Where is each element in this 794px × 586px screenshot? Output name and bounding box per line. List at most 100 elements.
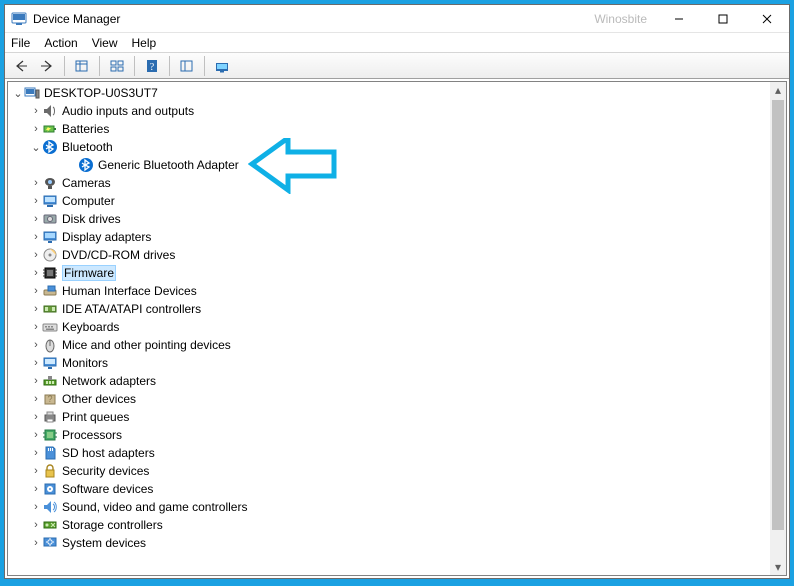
tree-category-optical[interactable]: › DVD/CD-ROM drives: [8, 246, 770, 264]
tree-category-display[interactable]: › Display adapters: [8, 228, 770, 246]
tile-button[interactable]: [105, 55, 129, 77]
battery-icon: [42, 121, 58, 137]
storage-icon: [42, 517, 58, 533]
tree-item-label: Batteries: [62, 122, 109, 136]
tree-root[interactable]: ⌄ DESKTOP-U0S3UT7: [8, 84, 770, 102]
expander-icon[interactable]: ⌄: [30, 141, 42, 154]
tree-category-storage[interactable]: › Storage controllers: [8, 516, 770, 534]
content-pane: ⌄ DESKTOP-U0S3UT7 › Audio inputs and out…: [7, 81, 787, 576]
minimize-button[interactable]: [657, 5, 701, 33]
tree-category-audio[interactable]: › Audio inputs and outputs: [8, 102, 770, 120]
tree-category-firmware[interactable]: › Firmware: [8, 264, 770, 282]
ide-icon: [42, 301, 58, 317]
pc-root-icon: [24, 85, 40, 101]
tree-category-computer[interactable]: › Computer: [8, 192, 770, 210]
expander-icon[interactable]: ⌄: [12, 87, 24, 100]
display-icon: [42, 229, 58, 245]
tree-item-label: Firmware: [62, 265, 116, 281]
menu-action[interactable]: Action: [44, 36, 77, 50]
expander-icon[interactable]: ›: [30, 321, 42, 333]
vertical-scrollbar[interactable]: ▴ ▾: [770, 82, 786, 575]
hid-icon: [42, 283, 58, 299]
tree-item-label: Generic Bluetooth Adapter: [98, 158, 239, 172]
tree-category-monitor[interactable]: › Monitors: [8, 354, 770, 372]
toolbar: ?: [5, 53, 789, 79]
expander-icon[interactable]: ›: [30, 177, 42, 189]
expander-icon[interactable]: ›: [30, 375, 42, 387]
optical-icon: [42, 247, 58, 263]
cpu-icon: [42, 427, 58, 443]
menu-file[interactable]: File: [11, 36, 30, 50]
tree-category-mouse[interactable]: › Mice and other pointing devices: [8, 336, 770, 354]
tree-category-printer[interactable]: › Print queues: [8, 408, 770, 426]
app-icon: [11, 11, 27, 27]
tree-item-label: SD host adapters: [62, 446, 155, 460]
other-icon: ?: [42, 391, 58, 407]
expander-icon[interactable]: ›: [30, 249, 42, 261]
tree-category-camera[interactable]: › Cameras: [8, 174, 770, 192]
tree-device-bluetooth[interactable]: Generic Bluetooth Adapter: [8, 156, 770, 174]
forward-button[interactable]: [35, 55, 59, 77]
svg-text:?: ?: [150, 62, 155, 73]
tree-category-other[interactable]: › ? Other devices: [8, 390, 770, 408]
expander-icon[interactable]: ›: [30, 357, 42, 369]
expander-icon[interactable]: ›: [30, 123, 42, 135]
tree-item-label: Sound, video and game controllers: [62, 500, 247, 514]
expander-icon[interactable]: ›: [30, 411, 42, 423]
computer-icon: [42, 193, 58, 209]
expander-icon[interactable]: ›: [30, 303, 42, 315]
scan-hardware-button[interactable]: [210, 55, 234, 77]
tree-category-software[interactable]: › Software devices: [8, 480, 770, 498]
expander-icon[interactable]: ›: [30, 519, 42, 531]
expander-icon[interactable]: ›: [30, 231, 42, 243]
expander-icon[interactable]: ›: [30, 267, 42, 279]
maximize-button[interactable]: [701, 5, 745, 33]
tree-item-label: Security devices: [62, 464, 149, 478]
toolbar-separator: [99, 56, 100, 76]
mouse-icon: [42, 337, 58, 353]
expander-icon[interactable]: ›: [30, 213, 42, 225]
tree-category-sd[interactable]: › SD host adapters: [8, 444, 770, 462]
properties-button[interactable]: [70, 55, 94, 77]
expander-icon[interactable]: ›: [30, 429, 42, 441]
firmware-icon: [42, 265, 58, 281]
scroll-up-icon[interactable]: ▴: [770, 82, 786, 98]
tree-category-bluetooth[interactable]: ⌄ Bluetooth: [8, 138, 770, 156]
titlebar: Device Manager Winosbite: [5, 5, 789, 33]
back-button[interactable]: [9, 55, 33, 77]
tree-category-system[interactable]: › System devices: [8, 534, 770, 552]
tree-category-security[interactable]: › Security devices: [8, 462, 770, 480]
show-hide-console-tree-button[interactable]: [175, 55, 199, 77]
help-button[interactable]: ?: [140, 55, 164, 77]
tree-category-keyboard[interactable]: › Keyboards: [8, 318, 770, 336]
tree-category-disk[interactable]: › Disk drives: [8, 210, 770, 228]
menu-view[interactable]: View: [92, 36, 118, 50]
expander-icon[interactable]: ›: [30, 465, 42, 477]
tree-item-label: System devices: [62, 536, 146, 550]
expander-icon[interactable]: ›: [30, 501, 42, 513]
expander-icon[interactable]: ›: [30, 195, 42, 207]
tree-category-battery[interactable]: › Batteries: [8, 120, 770, 138]
tree-category-cpu[interactable]: › Processors: [8, 426, 770, 444]
menubar: File Action View Help: [5, 33, 789, 53]
tree-category-network[interactable]: › Network adapters: [8, 372, 770, 390]
expander-icon[interactable]: ›: [30, 339, 42, 351]
expander-icon[interactable]: ›: [30, 483, 42, 495]
scroll-down-icon[interactable]: ▾: [770, 559, 786, 575]
bluetooth-icon: [42, 139, 58, 155]
tree-category-sound[interactable]: › Sound, video and game controllers: [8, 498, 770, 516]
tree-item-label: Human Interface Devices: [62, 284, 197, 298]
expander-icon[interactable]: ›: [30, 393, 42, 405]
expander-icon[interactable]: ›: [30, 105, 42, 117]
expander-icon[interactable]: ›: [30, 447, 42, 459]
network-icon: [42, 373, 58, 389]
scroll-thumb[interactable]: [772, 100, 784, 530]
expander-icon[interactable]: ›: [30, 285, 42, 297]
expander-icon[interactable]: ›: [30, 537, 42, 549]
device-tree[interactable]: ⌄ DESKTOP-U0S3UT7 › Audio inputs and out…: [8, 82, 770, 575]
tree-category-hid[interactable]: › Human Interface Devices: [8, 282, 770, 300]
tree-category-ide[interactable]: › IDE ATA/ATAPI controllers: [8, 300, 770, 318]
toolbar-separator: [134, 56, 135, 76]
menu-help[interactable]: Help: [132, 36, 157, 50]
close-button[interactable]: [745, 5, 789, 33]
